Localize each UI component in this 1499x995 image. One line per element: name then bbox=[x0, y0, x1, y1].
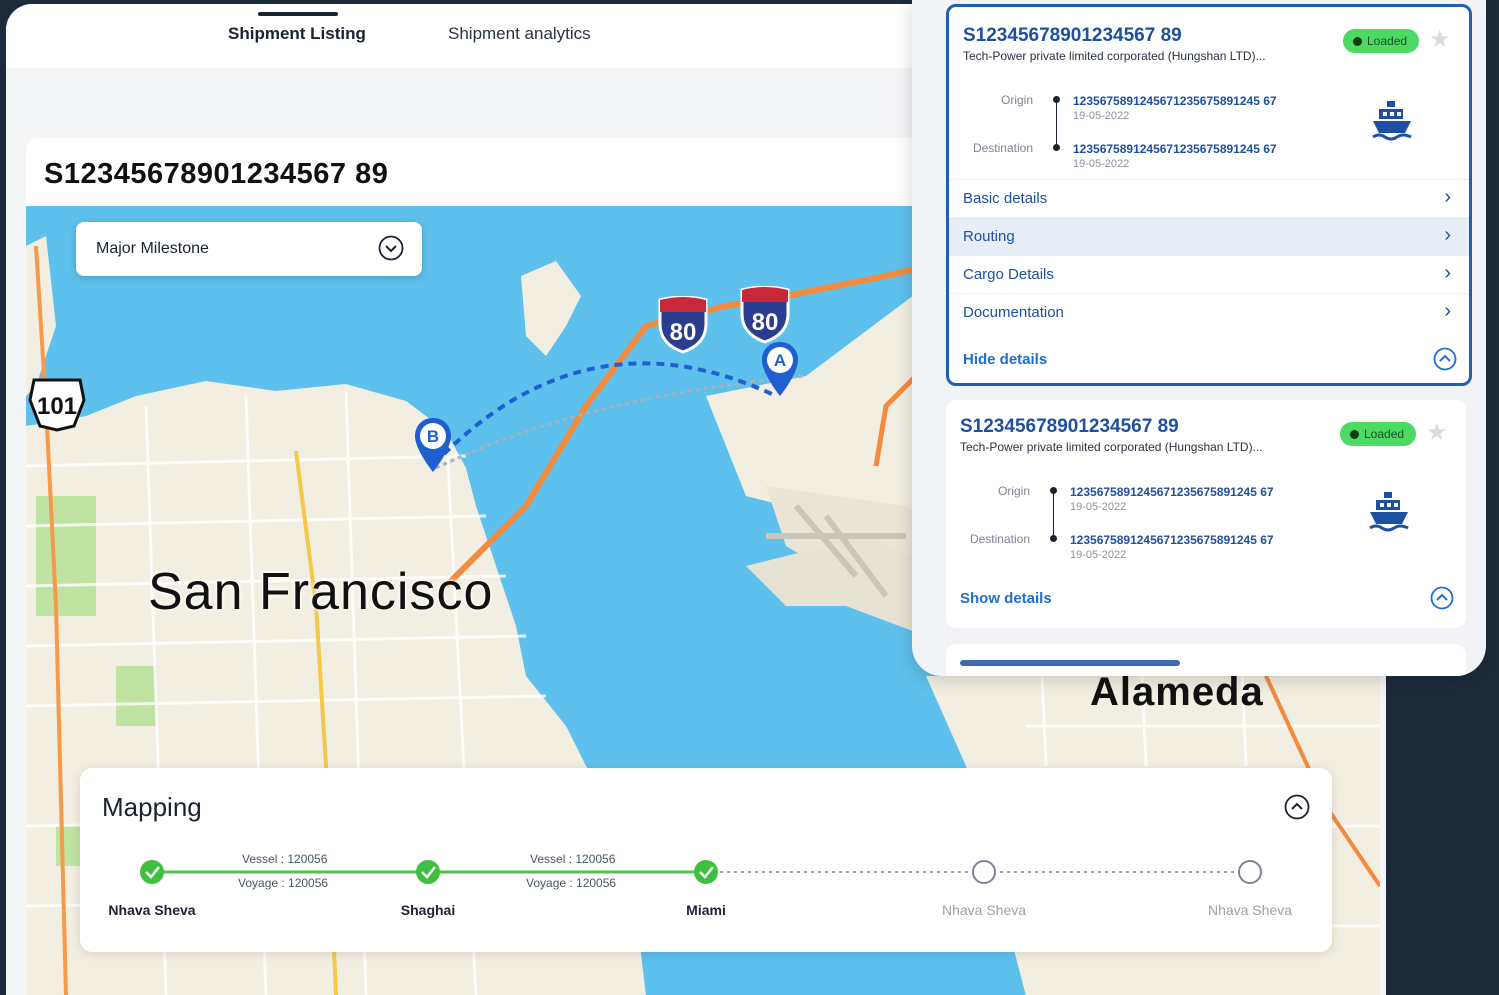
origin-label: Origin bbox=[997, 484, 1030, 498]
map-city-label-2: Alameda bbox=[1090, 670, 1264, 714]
milestone-dropdown[interactable]: Major Milestone bbox=[76, 222, 422, 276]
timeline-stop-done-1 bbox=[140, 860, 164, 884]
hide-details-link[interactable]: Hide details bbox=[963, 351, 1047, 368]
destination-label: Destination bbox=[972, 141, 1033, 155]
status-badge-label: Loaded bbox=[1364, 427, 1405, 441]
detail-row-cargo-label: Cargo Details bbox=[963, 266, 1054, 283]
shipment-card-2[interactable]: S12345678901234567 89 Tech-Power private… bbox=[946, 400, 1466, 628]
stop-label-3: Miami bbox=[686, 902, 726, 918]
status-dot bbox=[1350, 430, 1359, 439]
detail-row-documentation[interactable]: Documentation › bbox=[949, 293, 1469, 331]
origin-label: Origin bbox=[1000, 93, 1033, 107]
leg-2-voyage: Voyage : 120056 bbox=[526, 876, 617, 890]
ship-icon bbox=[1369, 492, 1409, 532]
detail-row-documentation-label: Documentation bbox=[963, 304, 1064, 321]
route-connector bbox=[1056, 99, 1057, 147]
timeline-stop-done-3 bbox=[694, 860, 718, 884]
detail-row-basic-label: Basic details bbox=[963, 190, 1048, 207]
tab-shipment-listing[interactable]: Shipment Listing bbox=[228, 24, 366, 44]
chevron-up-icon[interactable] bbox=[1433, 347, 1457, 371]
chevron-up-icon[interactable] bbox=[1430, 586, 1454, 610]
destination-dot bbox=[1053, 144, 1060, 151]
stop-label-4: Nhava Sheva bbox=[941, 902, 1027, 918]
shipment-list-panel: S12345678901234567 89 Tech-Power private… bbox=[912, 0, 1486, 676]
interstate-80-label-1: 80 bbox=[670, 319, 697, 346]
shipment-card-1[interactable]: S12345678901234567 89 Tech-Power private… bbox=[946, 4, 1472, 386]
ship-icon bbox=[1372, 101, 1412, 141]
origin-date: 19-05-2022 bbox=[1073, 110, 1130, 122]
shipment-card-3-id-cut bbox=[960, 660, 1180, 666]
leg-1-vessel: Vessel : 120056 bbox=[242, 852, 328, 866]
status-dot bbox=[1353, 37, 1362, 46]
marker-a-pin-icon[interactable]: A bbox=[760, 340, 800, 398]
destination-dot bbox=[1050, 535, 1057, 542]
marker-a-label: A bbox=[774, 351, 786, 370]
origin-dot bbox=[1053, 96, 1060, 103]
chevron-right-icon: › bbox=[1444, 186, 1451, 208]
chevron-right-icon: › bbox=[1444, 262, 1451, 284]
milestone-dropdown-label: Major Milestone bbox=[96, 240, 209, 257]
active-tab-indicator bbox=[258, 12, 338, 16]
interstate-80-shield-2: 80 bbox=[740, 286, 790, 344]
shipment-card-1-id: S12345678901234567 89 bbox=[963, 25, 1182, 46]
interstate-80-label-2: 80 bbox=[752, 309, 779, 336]
star-icon[interactable]: ★ bbox=[1426, 418, 1448, 447]
origin-dot bbox=[1050, 487, 1057, 494]
tab-shipment-analytics[interactable]: Shipment analytics bbox=[448, 24, 591, 44]
destination-code: 1235675891245671235675891245 67 bbox=[1073, 142, 1277, 156]
destination-label: Destination bbox=[969, 532, 1030, 546]
stop-label-1: Nhava Sheva bbox=[108, 902, 196, 918]
detail-row-routing-label: Routing bbox=[963, 228, 1015, 245]
status-badge: Loaded bbox=[1340, 422, 1416, 446]
stop-label-5: Nhava Sheva bbox=[1207, 902, 1293, 918]
detail-row-basic[interactable]: Basic details › bbox=[949, 179, 1469, 217]
stop-label-2: Shaghai bbox=[400, 902, 456, 918]
origin-date: 19-05-2022 bbox=[1070, 501, 1127, 513]
shipment-card-3[interactable] bbox=[946, 644, 1466, 676]
map-city-label: San Francisco bbox=[148, 563, 494, 621]
route-connector bbox=[1053, 490, 1054, 538]
shipment-title: S12345678901234567 89 bbox=[44, 158, 389, 190]
destination-date: 19-05-2022 bbox=[1073, 158, 1130, 170]
origin-code: 1235675891245671235675891245 67 bbox=[1070, 485, 1274, 499]
shipment-card-1-company: Tech-Power private limited corporated (H… bbox=[963, 49, 1266, 63]
leg-1-voyage: Voyage : 120056 bbox=[238, 876, 329, 890]
status-badge-label: Loaded bbox=[1367, 34, 1408, 48]
timeline-stop-pending-4 bbox=[972, 860, 996, 884]
destination-code: 1235675891245671235675891245 67 bbox=[1070, 533, 1274, 547]
marker-b-pin-icon[interactable]: B bbox=[413, 416, 453, 474]
star-icon[interactable]: ★ bbox=[1429, 25, 1451, 54]
marker-b-label: B bbox=[427, 427, 439, 446]
timeline-stop-done-2 bbox=[416, 860, 440, 884]
highway-101-shield: 101 bbox=[28, 378, 86, 432]
mapping-panel: Mapping Nhava Sheva Shaghai Miami Nhava … bbox=[80, 768, 1332, 952]
status-badge: Loaded bbox=[1343, 29, 1419, 53]
shipment-card-2-id: S12345678901234567 89 bbox=[960, 416, 1179, 437]
detail-row-routing[interactable]: Routing › bbox=[949, 217, 1469, 255]
show-details-link[interactable]: Show details bbox=[960, 590, 1052, 607]
leg-2-vessel: Vessel : 120056 bbox=[530, 852, 616, 866]
chevron-down-icon bbox=[378, 235, 404, 261]
highway-101-label: 101 bbox=[37, 393, 77, 420]
origin-code: 1235675891245671235675891245 67 bbox=[1073, 94, 1277, 108]
timeline-stop-pending-5 bbox=[1238, 860, 1262, 884]
chevron-right-icon: › bbox=[1444, 300, 1451, 322]
interstate-80-shield-1: 80 bbox=[658, 296, 708, 354]
shipment-card-2-company: Tech-Power private limited corporated (H… bbox=[960, 440, 1263, 454]
detail-row-cargo[interactable]: Cargo Details › bbox=[949, 255, 1469, 293]
chevron-right-icon: › bbox=[1444, 224, 1451, 246]
destination-date: 19-05-2022 bbox=[1070, 549, 1127, 561]
